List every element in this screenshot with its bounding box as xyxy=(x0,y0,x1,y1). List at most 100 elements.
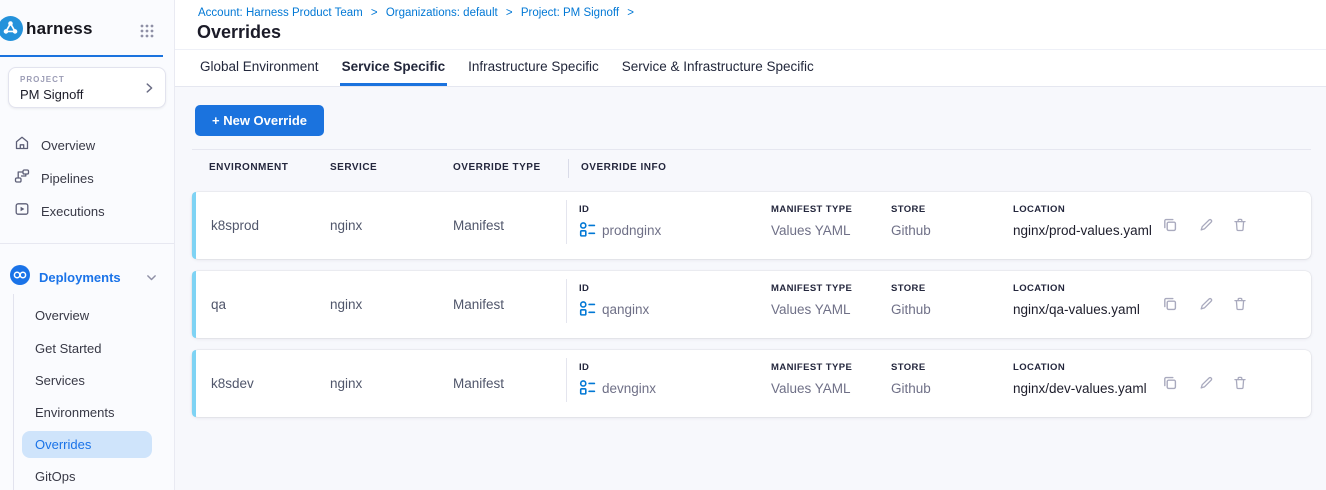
submenu-guide-line xyxy=(13,294,14,490)
row-service: nginx xyxy=(330,376,362,391)
column-header-override-type: OVERRIDE TYPE xyxy=(453,162,541,173)
sidebar-item-pipelines[interactable]: Pipelines xyxy=(0,165,175,191)
row-store: Github xyxy=(891,302,931,317)
tab-service-specific[interactable]: Service Specific xyxy=(340,50,448,86)
breadcrumb-separator: > xyxy=(627,7,634,19)
override-row-k8sprod[interactable]: k8sprod nginx Manifest ID prodnginx MANI… xyxy=(192,192,1311,259)
id-label: ID xyxy=(579,362,589,373)
sidebar-item-label: Executions xyxy=(41,204,105,219)
row-store: Github xyxy=(891,223,931,238)
sidebar-item-overview[interactable]: Overview xyxy=(0,132,175,158)
deployments-icon xyxy=(10,265,30,290)
pipelines-icon xyxy=(14,168,30,189)
sidebar-accent-line xyxy=(0,55,163,57)
row-location: nginx/dev-values.yaml xyxy=(1013,381,1147,396)
breadcrumb: Account: Harness Product Team > Organiza… xyxy=(198,7,639,19)
store-label: STORE xyxy=(891,204,926,215)
row-id: qanginx xyxy=(602,302,649,317)
row-divider xyxy=(566,358,567,402)
service-id-icon xyxy=(579,221,596,238)
location-label: LOCATION xyxy=(1013,283,1065,294)
sidebar-item-label: Pipelines xyxy=(41,171,94,186)
manifest-type-label: MANIFEST TYPE xyxy=(771,283,852,294)
column-header-override-info: OVERRIDE INFO xyxy=(581,162,666,173)
copy-icon[interactable] xyxy=(1162,217,1178,233)
column-header-divider xyxy=(568,159,569,178)
tab-global-environment[interactable]: Global Environment xyxy=(198,50,321,86)
row-environment: qa xyxy=(211,297,226,312)
chevron-right-icon xyxy=(142,81,156,95)
project-label: PROJECT xyxy=(20,75,65,84)
project-name: PM Signoff xyxy=(20,87,83,102)
copy-icon[interactable] xyxy=(1162,375,1178,391)
tab-service-infrastructure-specific[interactable]: Service & Infrastructure Specific xyxy=(620,50,816,86)
copy-icon[interactable] xyxy=(1162,296,1178,312)
edit-icon[interactable] xyxy=(1198,375,1214,391)
grid-menu-icon[interactable] xyxy=(139,23,155,39)
submenu-item-services[interactable]: Services xyxy=(22,367,152,394)
logo-text: harness xyxy=(26,19,93,39)
submenu-item-environments[interactable]: Environments xyxy=(22,399,152,426)
row-environment: k8sprod xyxy=(211,218,259,233)
tab-infrastructure-specific[interactable]: Infrastructure Specific xyxy=(466,50,601,86)
row-divider xyxy=(566,279,567,323)
store-label: STORE xyxy=(891,362,926,373)
sidebar-item-deployments[interactable]: Deployments xyxy=(0,262,175,292)
manifest-type-label: MANIFEST TYPE xyxy=(771,362,852,373)
row-override-type: Manifest xyxy=(453,218,504,233)
row-accent-bar xyxy=(192,350,196,417)
harness-app: harness PROJECT PM Signoff Overview xyxy=(0,0,1326,490)
store-label: STORE xyxy=(891,283,926,294)
override-row-k8sdev[interactable]: k8sdev nginx Manifest ID devnginx MANIFE… xyxy=(192,350,1311,417)
delete-icon[interactable] xyxy=(1232,375,1248,391)
row-location: nginx/qa-values.yaml xyxy=(1013,302,1140,317)
submenu-item-overview[interactable]: Overview xyxy=(22,302,152,329)
edit-icon[interactable] xyxy=(1198,217,1214,233)
override-tabs: Global Environment Service Specific Infr… xyxy=(175,50,1326,87)
row-environment: k8sdev xyxy=(211,376,254,391)
page-header: Account: Harness Product Team > Organiza… xyxy=(175,0,1326,50)
submenu-item-overrides[interactable]: Overrides xyxy=(22,431,152,458)
new-override-button[interactable]: + New Override xyxy=(195,105,324,136)
id-label: ID xyxy=(579,283,589,294)
breadcrumb-account[interactable]: Account: Harness Product Team xyxy=(198,7,363,19)
breadcrumb-separator: > xyxy=(506,7,513,19)
content-area: + New Override ENVIRONMENT SERVICE OVERR… xyxy=(175,88,1326,490)
row-override-type: Manifest xyxy=(453,297,504,312)
page-title: Overrides xyxy=(197,22,281,43)
row-divider xyxy=(566,200,567,244)
row-accent-bar xyxy=(192,192,196,259)
sidebar-divider xyxy=(0,243,175,244)
location-label: LOCATION xyxy=(1013,204,1065,215)
row-store: Github xyxy=(891,381,931,396)
row-manifest-type: Values YAML xyxy=(771,302,851,317)
column-header-environment: ENVIRONMENT xyxy=(209,162,288,173)
delete-icon[interactable] xyxy=(1232,217,1248,233)
sidebar-item-label: Overview xyxy=(41,138,95,153)
sidebar-item-label: Deployments xyxy=(39,270,121,285)
override-row-qa[interactable]: qa nginx Manifest ID qanginx MANIFEST TY… xyxy=(192,271,1311,338)
service-id-icon xyxy=(579,300,596,317)
manifest-type-label: MANIFEST TYPE xyxy=(771,204,852,215)
location-label: LOCATION xyxy=(1013,362,1065,373)
sidebar: harness PROJECT PM Signoff Overview xyxy=(0,0,175,490)
edit-icon[interactable] xyxy=(1198,296,1214,312)
submenu-item-gitops[interactable]: GitOps xyxy=(22,463,152,490)
breadcrumb-organization[interactable]: Organizations: default xyxy=(386,7,498,19)
row-id: devnginx xyxy=(602,381,656,396)
row-service: nginx xyxy=(330,218,362,233)
row-id: prodnginx xyxy=(602,223,661,238)
service-id-icon xyxy=(579,379,596,396)
project-selector[interactable]: PROJECT PM Signoff xyxy=(8,67,166,108)
id-label: ID xyxy=(579,204,589,215)
table-top-divider xyxy=(192,149,1311,150)
row-manifest-type: Values YAML xyxy=(771,381,851,396)
main-area: Account: Harness Product Team > Organiza… xyxy=(175,0,1326,490)
breadcrumb-project[interactable]: Project: PM Signoff xyxy=(521,7,619,19)
harness-logo-icon xyxy=(0,16,23,41)
delete-icon[interactable] xyxy=(1232,296,1248,312)
sidebar-item-executions[interactable]: Executions xyxy=(0,198,175,224)
chevron-down-icon xyxy=(145,271,158,284)
submenu-item-get-started[interactable]: Get Started xyxy=(22,335,152,362)
row-location: nginx/prod-values.yaml xyxy=(1013,223,1152,238)
